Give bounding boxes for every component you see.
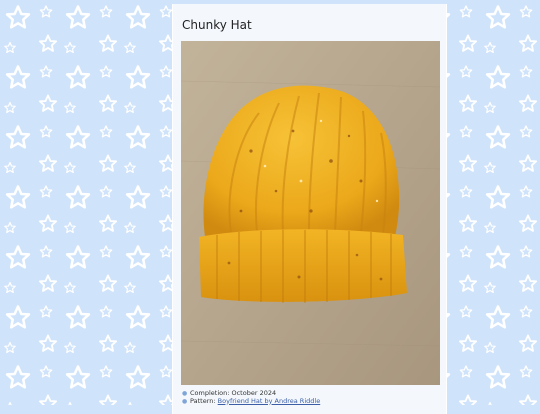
bullet-icon: ● [182, 397, 188, 405]
pattern-detail: ● Pattern: Boyfriend Hat by Andrea Riddl… [181, 396, 321, 406]
post-panel: Chunky Hat ● Completion: October 2024 ● … [172, 4, 447, 414]
pattern-prefix: Pattern: [190, 396, 218, 405]
pattern-link[interactable]: Boyfriend Hat by Andrea Riddle [218, 397, 321, 405]
post-title: Chunky Hat [182, 18, 252, 32]
hat-photo [181, 41, 440, 385]
post-details-list: ● Completion: October 2024 ● Pattern: Bo… [181, 389, 321, 406]
bullet-icon: ● [182, 390, 188, 397]
